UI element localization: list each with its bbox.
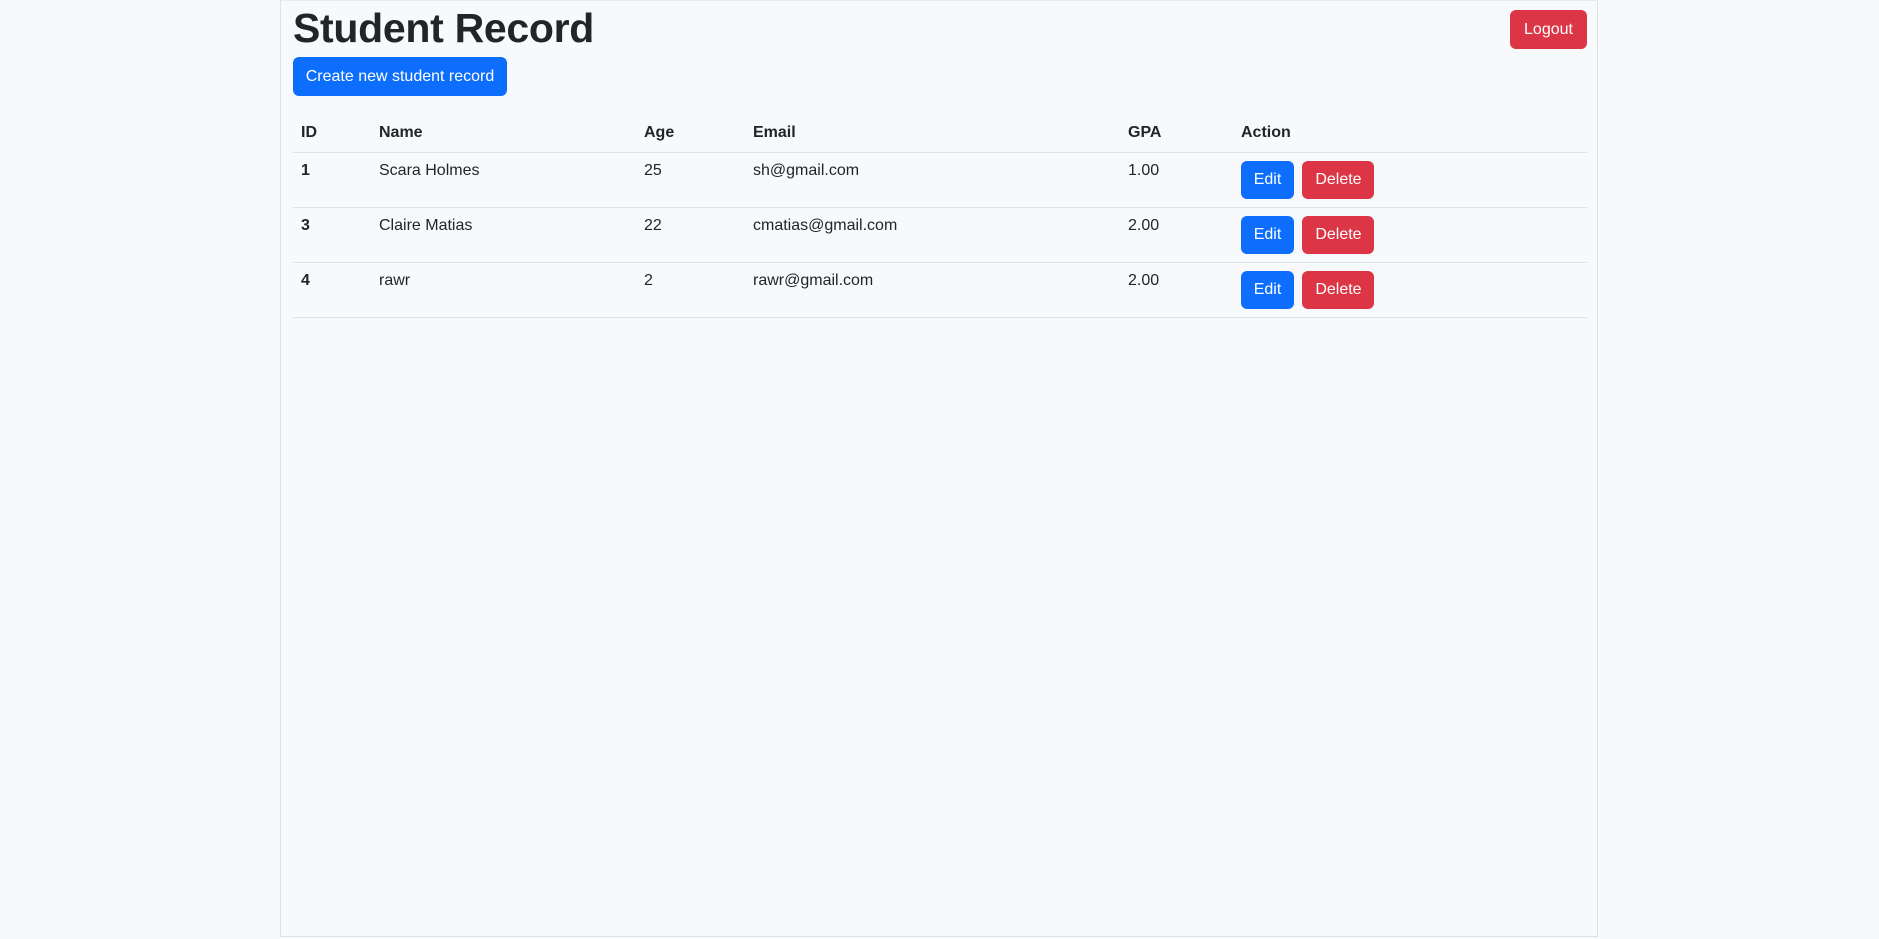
cell-name: rawr <box>371 262 636 318</box>
edit-button[interactable]: Edit <box>1241 270 1294 309</box>
cell-id: 1 <box>293 152 371 208</box>
column-header-email: Email <box>745 114 1120 153</box>
cell-age: 25 <box>636 152 745 208</box>
column-header-name: Name <box>371 114 636 153</box>
cell-id: 3 <box>293 207 371 263</box>
page-title: Student Record <box>293 5 595 51</box>
logout-button[interactable]: Logout <box>1510 10 1587 49</box>
cell-action: Edit Delete <box>1233 262 1587 318</box>
edit-button[interactable]: Edit <box>1241 160 1294 199</box>
cell-email: rawr@gmail.com <box>745 262 1120 318</box>
delete-button[interactable]: Delete <box>1302 270 1375 309</box>
column-header-action: Action <box>1233 114 1587 153</box>
cell-name: Scara Holmes <box>371 152 636 208</box>
table-row: 4 rawr 2 rawr@gmail.com 2.00 Edit Delete <box>293 262 1587 318</box>
column-header-age: Age <box>636 114 745 153</box>
cell-action: Edit Delete <box>1233 207 1587 263</box>
create-student-button[interactable]: Create new student record <box>293 57 507 96</box>
student-table: ID Name Age Email GPA Action 1 Scara Hol… <box>293 114 1587 318</box>
column-header-id: ID <box>293 114 371 153</box>
column-header-gpa: GPA <box>1120 114 1233 153</box>
delete-button[interactable]: Delete <box>1302 215 1375 254</box>
table-row: 3 Claire Matias 22 cmatias@gmail.com 2.0… <box>293 207 1587 263</box>
cell-age: 22 <box>636 207 745 263</box>
cell-email: cmatias@gmail.com <box>745 207 1120 263</box>
cell-gpa: 1.00 <box>1120 152 1233 208</box>
cell-email: sh@gmail.com <box>745 152 1120 208</box>
cell-name: Claire Matias <box>371 207 636 263</box>
main-container: Student Record Logout Create new student… <box>280 0 1598 937</box>
cell-id: 4 <box>293 262 371 318</box>
table-row: 1 Scara Holmes 25 sh@gmail.com 1.00 Edit… <box>293 152 1587 208</box>
cell-gpa: 2.00 <box>1120 262 1233 318</box>
edit-button[interactable]: Edit <box>1241 215 1294 254</box>
cell-gpa: 2.00 <box>1120 207 1233 263</box>
cell-age: 2 <box>636 262 745 318</box>
table-header-row: ID Name Age Email GPA Action <box>293 114 1587 153</box>
cell-action: Edit Delete <box>1233 152 1587 208</box>
delete-button[interactable]: Delete <box>1302 160 1375 199</box>
